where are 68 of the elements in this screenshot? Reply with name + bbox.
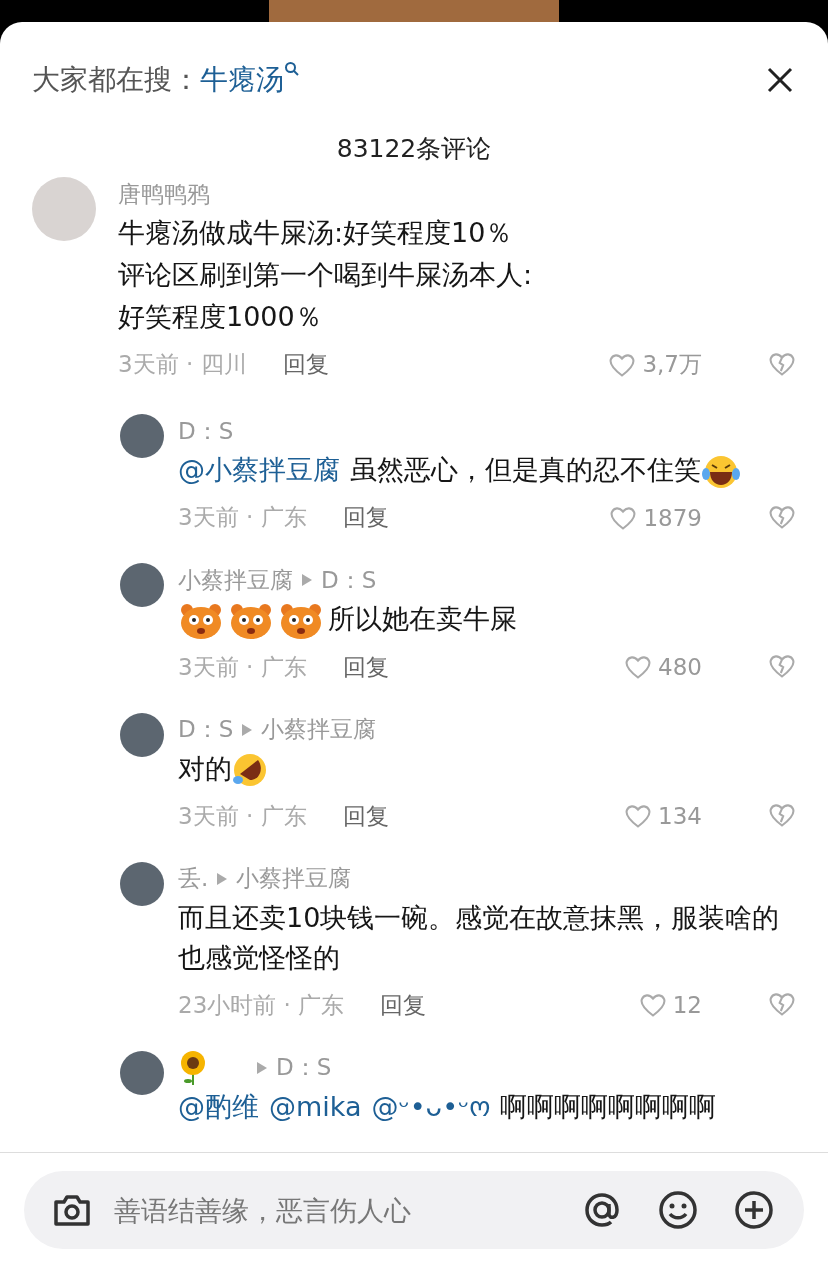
emoji-button[interactable] — [656, 1188, 700, 1232]
comment-time: 3天前 · 广东 — [178, 652, 307, 682]
comment-text: 所以她在卖牛屎 — [178, 599, 793, 640]
reply-button[interactable]: 回复 — [342, 651, 389, 683]
avatar[interactable] — [120, 414, 164, 458]
bear-face-icon — [278, 601, 324, 640]
mention-link[interactable]: @ᵕ•ᴗ•ᵕო — [371, 1090, 491, 1122]
heart-icon — [624, 654, 653, 680]
comment-text: 评论区刷到第一个喝到牛屎汤本人: — [118, 258, 534, 292]
comment-time: 3天前 · 四川 — [118, 350, 247, 379]
like-button[interactable]: 12 — [638, 992, 702, 1018]
search-prompt: 大家都在搜： — [32, 62, 200, 98]
like-button[interactable]: 1879 — [609, 504, 702, 531]
avatar[interactable] — [120, 861, 164, 906]
add-button[interactable] — [732, 1188, 776, 1232]
username[interactable]: D：S — [178, 415, 234, 447]
comment-text: @酌维 @mika @ᵕ•ᴗ•ᵕო 啊啊啊啊啊啊啊啊 — [178, 1089, 718, 1124]
reply-button[interactable]: 回复 — [282, 349, 329, 380]
triangle-icon — [301, 573, 313, 587]
laughing-face-icon — [701, 453, 741, 490]
search-icon — [284, 61, 300, 77]
search-suggestion-link[interactable]: 牛瘪汤 — [200, 61, 300, 99]
like-button[interactable]: 480 — [624, 654, 702, 680]
triangle-icon — [216, 871, 229, 886]
comment-text: 对的 — [178, 748, 793, 789]
avatar[interactable] — [120, 712, 164, 757]
comment-time: 3天前 · 广东 — [178, 801, 307, 831]
triangle-icon — [256, 1060, 268, 1075]
sunflower-icon — [178, 1049, 208, 1086]
username[interactable]: 小蔡拌豆腐 — [236, 863, 352, 894]
comment-text: 而且还卖10块钱一碗。感觉在故意抹黑，服装啥的也感觉怪怪的 — [178, 900, 781, 975]
triangle-icon — [241, 722, 254, 737]
broken-heart-icon — [768, 991, 796, 1017]
like-button[interactable]: 134 — [624, 803, 702, 829]
username[interactable]: D：S — [178, 714, 234, 745]
reply-button[interactable]: 回复 — [342, 800, 389, 832]
broken-heart-icon — [768, 802, 796, 828]
comment-text: @小蔡拌豆腐 虽然恶心，但是真的忍不住笑 — [178, 450, 793, 490]
avatar[interactable] — [120, 1050, 164, 1095]
mention-link[interactable]: @mika — [269, 1090, 362, 1122]
username[interactable]: D：S — [321, 564, 377, 596]
bear-face-icon — [228, 601, 274, 640]
comment-time: 3天前 · 广东 — [178, 503, 307, 532]
laughing-face-icon — [232, 752, 268, 788]
heart-icon — [624, 803, 653, 829]
comment-input-field[interactable]: 善语结善缘，恶言伤人心 — [112, 1193, 562, 1227]
comment-time: 23小时前 · 广东 — [178, 990, 345, 1020]
mention-link[interactable]: @小蔡拌豆腐 — [178, 454, 340, 485]
username[interactable]: 唐鸭鸭鸦 — [118, 178, 210, 210]
username[interactable]: 小蔡拌豆腐 — [261, 714, 377, 745]
username[interactable]: 丢. — [178, 863, 209, 894]
heart-icon — [608, 351, 637, 378]
bear-face-icon — [178, 601, 224, 640]
username[interactable]: D：S — [276, 1052, 332, 1083]
reply-button[interactable]: 回复 — [380, 989, 427, 1021]
mention-link[interactable]: @酌维 — [178, 1090, 259, 1122]
broken-heart-icon — [768, 350, 796, 377]
like-button[interactable]: 3,7万 — [608, 349, 702, 380]
comment-text: 牛瘪汤做成牛屎汤:好笑程度10％ — [118, 216, 514, 250]
broken-heart-icon — [768, 503, 796, 530]
reply-button[interactable]: 回复 — [342, 502, 389, 533]
heart-icon — [609, 504, 638, 531]
heart-icon — [638, 992, 667, 1018]
comment-count: 83122条评论 — [336, 133, 492, 165]
comment-text: 好笑程度1000％ — [118, 300, 323, 334]
broken-heart-icon — [768, 653, 796, 679]
avatar[interactable] — [120, 563, 164, 607]
username[interactable]: 小蔡拌豆腐 — [178, 564, 293, 596]
